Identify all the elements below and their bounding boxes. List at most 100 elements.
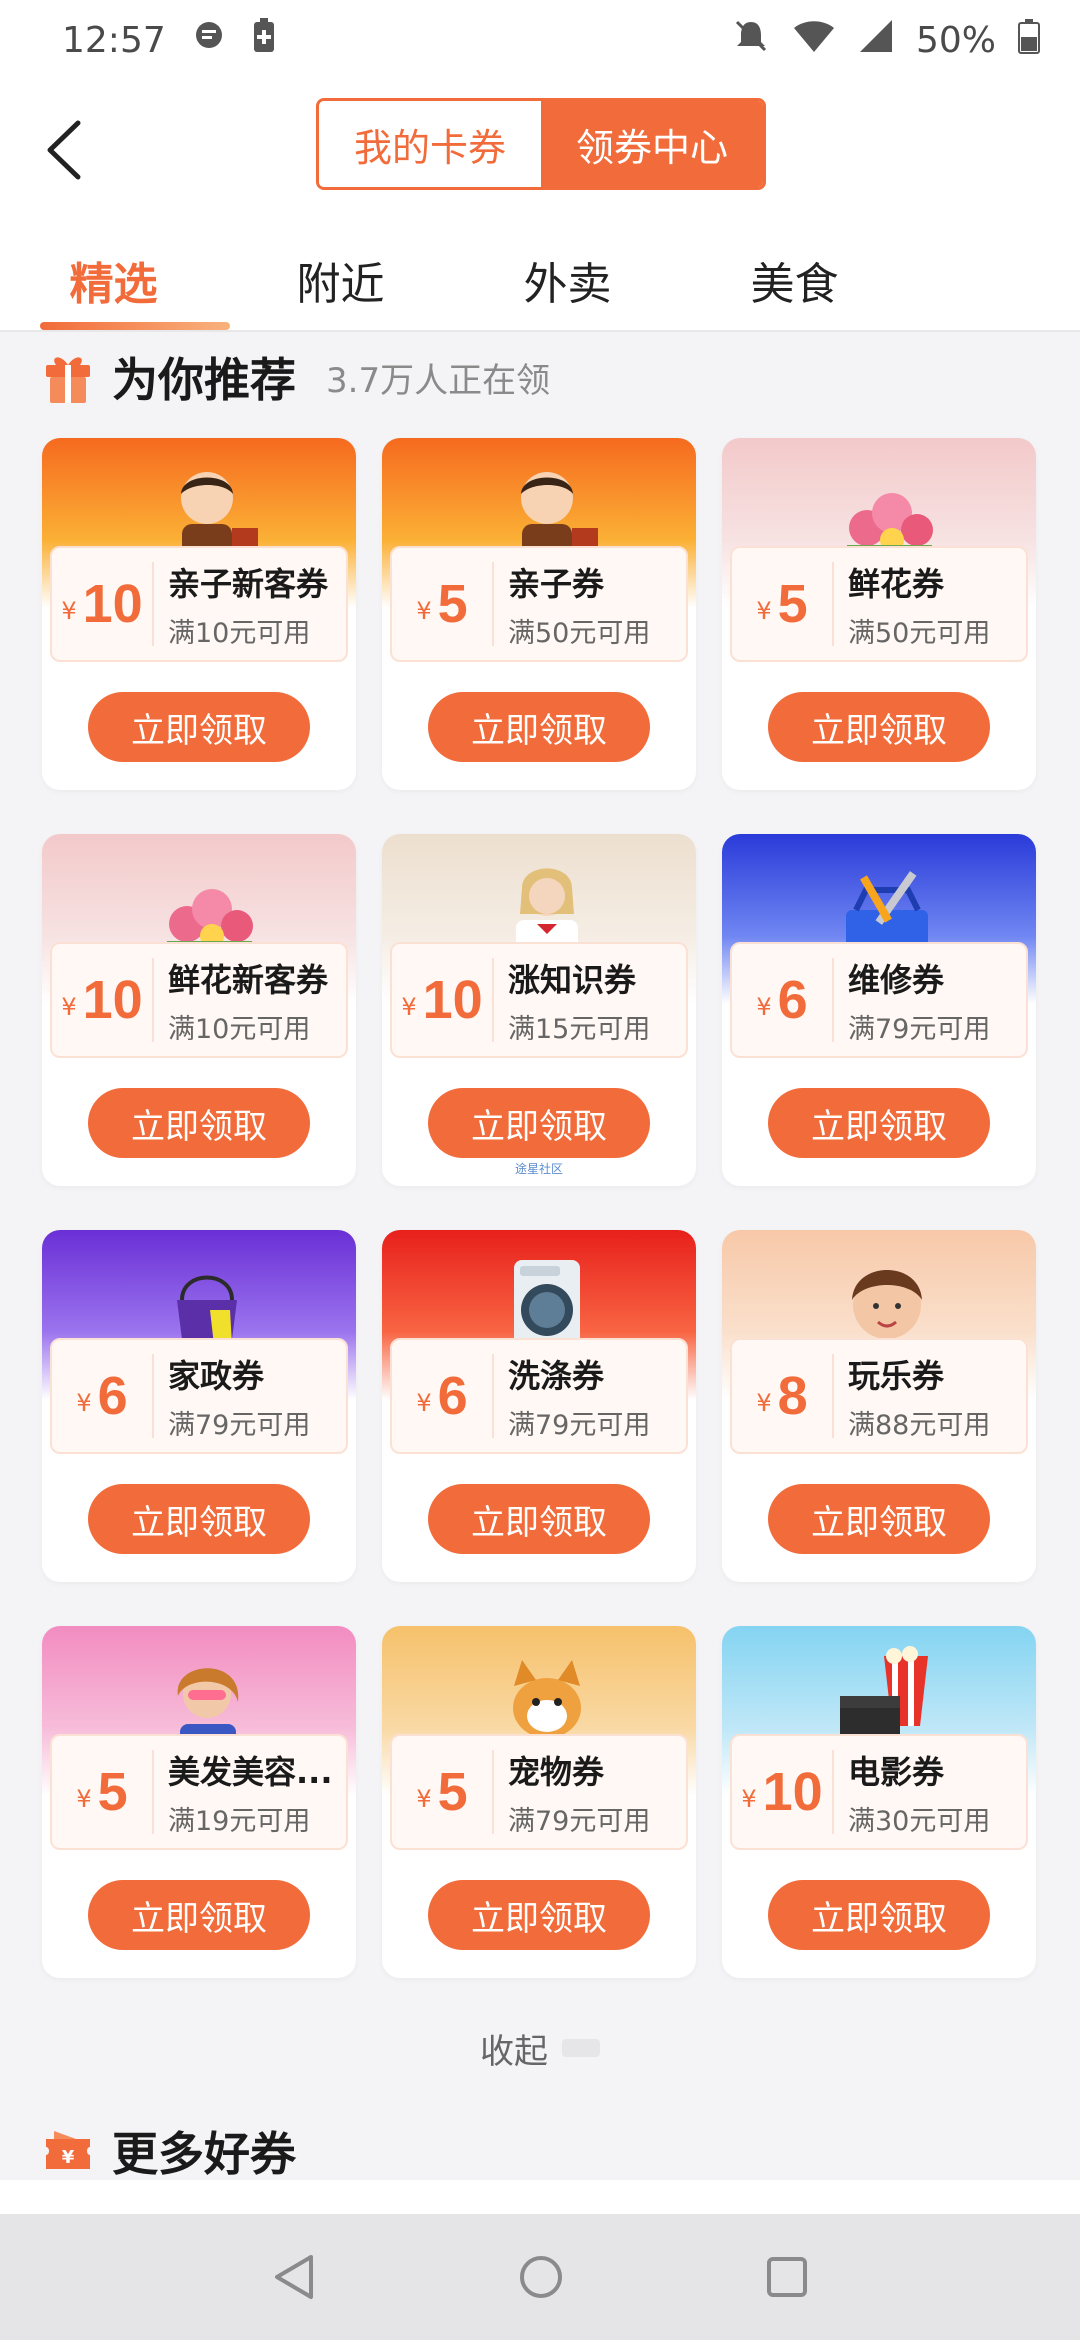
coupon-amount: ¥ 6 [732, 958, 834, 1042]
back-button[interactable] [42, 110, 102, 190]
coupon-card: ¥ 6 洗涤券 满79元可用 立即领取 [382, 1230, 696, 1582]
coupon-condition: 满50元可用 [508, 617, 651, 649]
coupon-value: 10 [82, 970, 143, 1030]
coupon-name: 电影券 [848, 1752, 945, 1791]
segment-my-coupons[interactable]: 我的卡券 [319, 101, 541, 187]
claim-button[interactable]: 立即领取 [428, 692, 650, 762]
signal-icon [858, 18, 894, 63]
currency-symbol: ¥ [416, 1389, 432, 1417]
currency-symbol: ¥ [401, 993, 417, 1021]
message-icon [192, 19, 226, 62]
category-tabs: 精选 附近 外卖 美食 [0, 230, 1080, 330]
coupon-ticket: ¥ 5 宠物券 满79元可用 [390, 1734, 688, 1850]
coupon-name: 鲜花新客券 [168, 960, 329, 999]
wifi-icon [792, 18, 836, 63]
coupon-name: 涨知识券 [508, 960, 637, 999]
coupon-ticket: ¥ 5 鲜花券 满50元可用 [730, 546, 1028, 662]
coupon-condition: 满15元可用 [508, 1013, 651, 1045]
coupon-ticket: ¥ 6 维修券 满79元可用 [730, 942, 1028, 1058]
status-bar: 12:57 50% [0, 0, 1080, 80]
claim-button[interactable]: 立即领取 [768, 1484, 990, 1554]
currency-symbol: ¥ [61, 993, 77, 1021]
mute-icon [732, 17, 770, 64]
watermark-text: 途星社区 [514, 1162, 563, 1176]
tab-featured[interactable]: 精选 [0, 230, 230, 330]
claim-button[interactable]: 立即领取 [88, 692, 310, 762]
coupon-card: ¥ 5 美发美容... 满19元可用 立即领取 [42, 1626, 356, 1978]
coupon-name: 家政券 [168, 1356, 265, 1395]
coupon-amount: ¥ 6 [52, 1354, 154, 1438]
coupon-value: 10 [422, 970, 483, 1030]
coupon-amount: ¥ 5 [732, 562, 834, 646]
claim-button[interactable]: 立即领取 [768, 1088, 990, 1158]
currency-symbol: ¥ [416, 597, 432, 625]
nav-back-icon[interactable] [271, 2252, 317, 2302]
claim-button[interactable]: 立即领取 [428, 1880, 650, 1950]
coupon-card: ¥ 10 亲子新客券 满10元可用 立即领取 [42, 438, 356, 790]
coupon-card: ¥ 6 维修券 满79元可用 立即领取 [722, 834, 1036, 1186]
tab-nearby[interactable]: 附近 [227, 230, 454, 330]
coupon-value: 6 [777, 970, 808, 1030]
coupon-value: 6 [437, 1366, 468, 1426]
claim-button[interactable]: 立即领取 [428, 1484, 650, 1554]
coupon-card: ¥ 6 家政券 满79元可用 立即领取 [42, 1230, 356, 1582]
coupon-grid: ¥ 10 亲子新客券 满10元可用 立即领取 ¥ 5 亲子券 满50元可用 立即… [42, 438, 1036, 1978]
coupon-name: 维修券 [848, 960, 945, 999]
coupon-value: 10 [762, 1762, 823, 1822]
currency-symbol: ¥ [61, 597, 77, 625]
coupon-ticket: ¥ 8 玩乐券 满88元可用 [730, 1338, 1028, 1454]
claim-button[interactable]: 立即领取 [768, 1880, 990, 1950]
claim-button[interactable]: 立即领取 [88, 1880, 310, 1950]
coupon-amount: ¥ 10 [732, 1750, 834, 1834]
coupon-name: 美发美容... [168, 1752, 333, 1791]
coupon-ticket: ¥ 10 鲜花新客券 满10元可用 [50, 942, 348, 1058]
coupon-ticket: ¥ 6 家政券 满79元可用 [50, 1338, 348, 1454]
coupon-condition: 满79元可用 [508, 1409, 651, 1441]
coupon-amount: ¥ 5 [392, 562, 494, 646]
segment-coupon-center[interactable]: 领券中心 [541, 101, 763, 187]
coupon-condition: 满79元可用 [508, 1805, 651, 1837]
tab-food[interactable]: 美食 [681, 230, 908, 330]
coupon-name: 亲子券 [508, 564, 605, 603]
collapse-button[interactable]: 收起 [0, 2020, 1080, 2076]
battery-icon [1018, 18, 1040, 63]
coupon-card: ¥ 5 亲子券 满50元可用 立即领取 [382, 438, 696, 790]
coupon-name: 洗涤券 [508, 1356, 605, 1395]
coupon-amount: ¥ 5 [52, 1750, 154, 1834]
coupon-name: 玩乐券 [848, 1356, 945, 1395]
more-heading: ¥ 更多好券 [42, 2118, 296, 2184]
currency-symbol: ¥ [741, 1785, 757, 1813]
claim-button[interactable]: 立即领取 [88, 1484, 310, 1554]
claim-button[interactable]: 立即领取 [88, 1088, 310, 1158]
battery-saver-icon [252, 17, 276, 63]
claim-button[interactable]: 立即领取 [428, 1088, 650, 1158]
header: 我的卡券 领券中心 精选 附近 外卖 美食 [0, 80, 1080, 330]
coupon-ticket-icon: ¥ [46, 2131, 90, 2169]
coupon-name: 亲子新客券 [168, 564, 329, 603]
clock: 12:57 [62, 19, 166, 61]
coupon-condition: 满88元可用 [848, 1409, 991, 1441]
coupon-amount: ¥ 10 [392, 958, 494, 1042]
coupon-name: 鲜花券 [848, 564, 945, 603]
coupon-condition: 满79元可用 [168, 1409, 311, 1441]
chevron-left-icon [47, 120, 81, 180]
nav-home-icon[interactable] [517, 2253, 565, 2301]
recommend-subtitle: 3.7万人正在领 [326, 360, 551, 401]
claim-button[interactable]: 立即领取 [768, 692, 990, 762]
recommend-title: 为你推荐 [112, 353, 296, 407]
currency-symbol: ¥ [756, 597, 772, 625]
coupon-amount: ¥ 6 [392, 1354, 494, 1438]
coupon-amount: ¥ 10 [52, 958, 154, 1042]
collapse-arrow-icon [562, 2039, 600, 2057]
currency-symbol: ¥ [756, 993, 772, 1021]
coupon-ticket: ¥ 10 涨知识券 满15元可用 [390, 942, 688, 1058]
header-divider [0, 330, 1080, 332]
nav-recents-icon[interactable] [765, 2255, 809, 2299]
coupon-card: ¥ 10 电影券 满30元可用 立即领取 [722, 1626, 1036, 1978]
segment-control: 我的卡券 领券中心 [316, 98, 766, 190]
tab-takeout[interactable]: 外卖 [454, 230, 681, 330]
coupon-value: 5 [97, 1762, 128, 1822]
coupon-condition: 满79元可用 [848, 1013, 991, 1045]
coupon-center-page: 12:57 50% 我的卡券 领券中心 精选 附近 外卖 美食 为你推荐 3.7… [0, 0, 1080, 2340]
currency-symbol: ¥ [416, 1785, 432, 1813]
